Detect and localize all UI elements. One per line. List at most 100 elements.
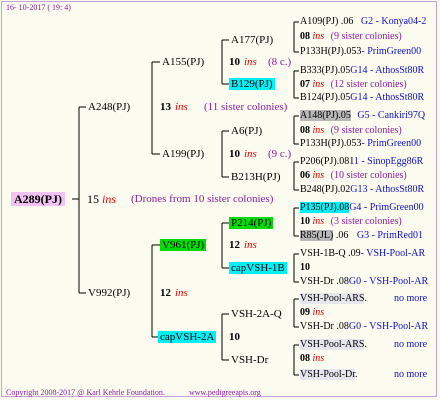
- gen4-num: 10: [300, 216, 310, 227]
- gen3-p214-id[interactable]: P214(PJ): [229, 217, 274, 229]
- gen1-top-id[interactable]: A248(PJ): [88, 101, 130, 113]
- gen4-row-23: 08 ins: [300, 353, 324, 365]
- gen4-num: 08: [300, 31, 310, 42]
- gen4-code: .: [364, 339, 367, 350]
- gen4-place: - PrimGreen00: [361, 138, 422, 149]
- gen3-b129-id[interactable]: B129(PJ): [229, 78, 275, 90]
- gen3-a177-id[interactable]: A177(PJ): [231, 34, 273, 46]
- gen4-id[interactable]: B333(PJ): [300, 65, 338, 76]
- gen4-num: 08: [300, 353, 310, 364]
- gen4-id[interactable]: A148(PJ): [300, 110, 339, 121]
- gen4-code: .: [364, 293, 367, 304]
- gen4-row-5: 07 ins (12 sister colonies): [300, 79, 407, 91]
- gen2-a155-id[interactable]: A155(PJ): [162, 56, 204, 68]
- gen4-row-11: 06 ins (10 sister colonies): [300, 170, 407, 182]
- gen4-code: .08: [336, 321, 349, 332]
- gen4-row-3: P133H(PJ).053- PrimGreen00: [300, 46, 421, 58]
- gen4-id[interactable]: P133H(PJ): [300, 46, 344, 57]
- gen2-v961-num: 12: [229, 239, 240, 251]
- gen4-code: .081: [336, 156, 354, 167]
- gen4-row-6: B124(PJ).05G14 - AthosSt80R: [300, 92, 424, 104]
- gen4-place: G13 - AthosSt80R: [350, 184, 425, 195]
- gen4-ins: ins: [312, 307, 325, 318]
- gen4-row-4: B333(PJ).05G14 - AthosSt80R: [300, 65, 424, 77]
- gen4-place: G2 - Konya04-2: [360, 16, 427, 27]
- gen1-bottom-num: 12: [160, 287, 171, 299]
- gen4-ins: ins: [312, 170, 325, 181]
- gen4-code: .06: [335, 230, 349, 241]
- gen1-bottom-ins: ins: [175, 287, 188, 299]
- pedigree-canvas: { "header": { "date": "16- 10-2017 ( 19:…: [0, 0, 440, 400]
- gen4-num: 06: [300, 170, 310, 181]
- gen4-note: (9 sister colonies): [330, 125, 402, 136]
- gen4-place: - VSH-Pool-AR: [360, 248, 426, 259]
- gen4-code: .08: [336, 202, 350, 213]
- gen4-note: (10 sister colonies): [330, 170, 407, 181]
- gen4-id[interactable]: P135(PJ): [300, 202, 337, 213]
- gen4-code: .02: [337, 184, 351, 195]
- gen4-row-19: VSH-Pool-ARS.: [300, 293, 367, 305]
- gen4-id[interactable]: A109(PJ): [300, 16, 338, 27]
- gen4-code: .09: [348, 248, 361, 259]
- gen2-a155-ins: ins: [244, 56, 257, 68]
- gen2-capvsh2a-id[interactable]: capVSH-2A: [158, 331, 217, 343]
- gen4-ins: ins: [312, 216, 325, 227]
- gen2-a155-num: 10: [229, 56, 240, 68]
- gen4-ins: ins: [312, 79, 325, 90]
- gen4-row-20: 09 ins: [300, 307, 324, 319]
- gen2-v961-id[interactable]: V961(PJ): [160, 239, 207, 251]
- gen4-row-15: R85(JL) .06 G3 - PrimRed01: [300, 230, 423, 242]
- gen4-id[interactable]: P133H(PJ): [300, 138, 344, 149]
- gen4-id[interactable]: VSH-Dr: [300, 321, 334, 332]
- gen4-place: G5 - Cankiri97Q: [357, 110, 426, 121]
- gen1-top-num: 13: [160, 101, 171, 113]
- root-queen-id[interactable]: A289(PJ): [11, 192, 65, 206]
- gen4-id[interactable]: VSH-Pool-Dr: [300, 369, 356, 380]
- copyright-text: Copyright 2008-2017 @ Karl Kehrle Founda…: [6, 388, 165, 397]
- gen4-ins: ins: [312, 125, 325, 136]
- gen4-note: (12 sister colonies): [330, 79, 407, 90]
- gen4-row-12: B248(PJ).02G13 - AthosSt80R: [300, 184, 424, 196]
- gen3-vsh2aq-id[interactable]: VSH-2A-Q: [231, 308, 282, 320]
- gen3-vshdr-id[interactable]: VSH-Dr: [231, 354, 268, 366]
- site-link[interactable]: www.pedigreeapis.org: [189, 387, 261, 399]
- gen4-place-no-more-1: no more: [394, 293, 428, 304]
- generated-date: 16- 10-2017 ( 19: 4): [6, 3, 71, 12]
- gen4-place: G4 - PrimGreen00: [349, 202, 424, 213]
- gen3-capvsh1b-id[interactable]: capVSH-1B: [229, 262, 287, 274]
- gen1-top-ins: ins: [175, 101, 188, 113]
- gen4-id[interactable]: VSH-Dr: [300, 276, 334, 287]
- gen4-id[interactable]: B124(PJ): [300, 92, 338, 103]
- gen4-id[interactable]: P206(PJ): [300, 156, 337, 167]
- gen4-place-no-more-3: no more: [394, 369, 428, 380]
- gen4-place: G14 - AthosSt80R: [350, 92, 425, 103]
- gen4-id[interactable]: VSH-Pool-ARS: [300, 293, 365, 304]
- gen4-code: .05: [338, 110, 351, 121]
- gen4-id[interactable]: B248(PJ): [300, 184, 338, 195]
- gen4-row-13: P135(PJ).08G4 - PrimGreen00: [300, 202, 424, 214]
- gen4-num: 08: [300, 125, 310, 136]
- gen4-row-10: P206(PJ).0811 - SinopEgg86R: [300, 156, 423, 168]
- gen4-row-1: A109(PJ) .06 G2 - Konya04-2: [300, 16, 426, 28]
- gen4-row-2: 08 ins (9 sister colonies): [300, 31, 402, 43]
- gen4-code: .053: [343, 46, 362, 57]
- gen4-id[interactable]: R85(JL): [300, 230, 334, 241]
- gen1-bottom-id[interactable]: V992(PJ): [88, 287, 130, 299]
- gen4-note: (3 sister colonies): [330, 216, 402, 227]
- gen3-b213h-id[interactable]: B213H(PJ): [231, 171, 281, 183]
- gen4-place: 1 - SinopEgg86R: [353, 156, 424, 167]
- gen2-v961-ins: ins: [244, 239, 257, 251]
- gen1-top-note: (11 sister colonies): [204, 101, 288, 113]
- gen2-a199-note: (9 c.): [268, 148, 292, 160]
- gen4-id[interactable]: VSH-Pool-ARS: [300, 339, 365, 350]
- gen2-a199-id[interactable]: A199(PJ): [162, 148, 204, 160]
- gen4-code: .08: [336, 276, 349, 287]
- gen4-id[interactable]: VSH-1B-Q: [300, 248, 346, 259]
- gen4-row-16: VSH-1B-Q .09- VSH-Pool-AR: [300, 248, 425, 260]
- gen3-a6-id[interactable]: A6(PJ): [231, 125, 262, 137]
- gen4-code: .06: [340, 16, 354, 27]
- gen4-row-14: 10 ins (3 sister colonies): [300, 216, 402, 228]
- gen4-num: 10: [300, 262, 310, 273]
- gen4-num: 07: [300, 79, 310, 90]
- gen4-ins: ins: [312, 31, 325, 42]
